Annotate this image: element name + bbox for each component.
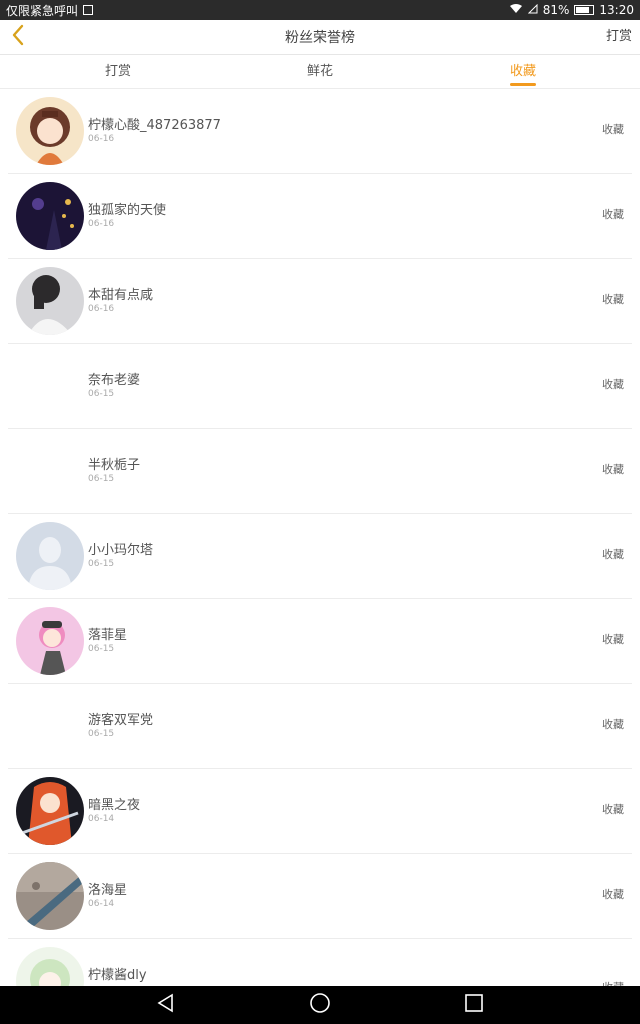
favorite-label: 收藏 <box>602 633 624 646</box>
favorite-label: 收藏 <box>602 803 624 816</box>
anime-girl-avatar <box>16 97 84 165</box>
fan-date: 06-15 <box>88 389 115 399</box>
fan-name: 奈布老婆 <box>88 373 141 388</box>
fan-date: 06-16 <box>88 304 115 314</box>
fan-name: 柠檬酱dly <box>88 968 147 983</box>
fan-name: 暗黑之夜 <box>88 798 141 813</box>
anime-green-avatar <box>16 947 84 986</box>
default-user-avatar <box>16 522 84 590</box>
fan-date: 06-16 <box>88 219 115 229</box>
fan-date: 06-16 <box>88 134 115 144</box>
list-item[interactable]: 独孤家的天使 06-16 收藏 <box>0 174 640 259</box>
fan-date: 06-14 <box>88 814 115 824</box>
fan-name: 半秋栀子 <box>88 458 141 473</box>
favorite-label: 收藏 <box>602 293 624 306</box>
reward-button[interactable]: 打赏 <box>606 20 632 54</box>
status-right: 81% 13:20 <box>509 3 634 17</box>
fan-name: 小小玛尔塔 <box>88 543 154 558</box>
message-icon <box>83 5 94 15</box>
wifi-icon <box>509 3 523 17</box>
list-item[interactable]: 洛海星 06-14 收藏 <box>0 854 640 939</box>
clock: 13:20 <box>599 3 634 17</box>
tab-favorites[interactable]: 收藏 <box>509 55 537 88</box>
back-triangle-icon <box>156 993 176 1017</box>
status-left: 仅限紧急呼叫 <box>6 2 94 19</box>
emergency-call-text: 仅限紧急呼叫 <box>6 3 79 18</box>
battery-level-fill <box>576 7 590 13</box>
girl-photo-avatar <box>16 267 84 335</box>
anime-red-avatar <box>16 777 84 845</box>
favorite-label: 收藏 <box>602 208 624 221</box>
page-title: 粉丝荣誉榜 <box>285 30 355 46</box>
list-item[interactable]: 游客双军党 06-15 收藏 <box>0 684 640 769</box>
list-item[interactable]: 小小玛尔塔 06-15 收藏 <box>0 514 640 599</box>
tab-reward[interactable]: 打赏 <box>105 55 131 88</box>
list-item[interactable]: 本甜有点咸 06-16 收藏 <box>0 259 640 344</box>
fan-date: 06-15 <box>88 474 115 484</box>
fan-date: 06-15 <box>88 559 115 569</box>
favorite-label: 收藏 <box>602 463 624 476</box>
active-tab-indicator <box>509 83 536 86</box>
fan-date: 06-15 <box>88 729 115 739</box>
fan-date: 06-15 <box>88 644 115 654</box>
favorite-label: 收藏 <box>602 979 624 986</box>
no-sim-icon <box>527 3 538 17</box>
battery-icon <box>574 5 595 15</box>
favorite-label: 收藏 <box>602 378 624 391</box>
fan-name: 落菲星 <box>88 628 128 643</box>
tab-label: 收藏 <box>509 64 537 79</box>
tab-flowers[interactable]: 鲜花 <box>307 55 333 88</box>
system-nav-bar <box>0 986 640 1024</box>
list-item[interactable]: 暗黑之夜 06-14 收藏 <box>0 769 640 854</box>
fan-name: 独孤家的天使 <box>88 203 167 218</box>
back-button[interactable] <box>6 24 30 50</box>
status-bar: 仅限紧急呼叫 81% 13:20 <box>0 0 640 20</box>
tab-label: 鲜花 <box>306 64 334 79</box>
rock-photo-avatar <box>16 862 84 930</box>
recents-square-icon <box>464 993 484 1017</box>
app-header: 粉丝荣誉榜 打赏 <box>0 20 640 55</box>
tab-bar: 打赏 鲜花 收藏 <box>0 55 640 89</box>
fan-name: 游客双军党 <box>88 713 154 728</box>
home-circle-icon <box>309 992 331 1018</box>
nav-back-button[interactable] <box>136 986 196 1024</box>
list-item[interactable]: 落菲星 06-15 收藏 <box>0 599 640 684</box>
favorite-label: 收藏 <box>602 888 624 901</box>
list-item[interactable]: 半秋栀子 06-15 收藏 <box>0 429 640 514</box>
dark-photo-avatar <box>16 182 84 250</box>
favorite-label: 收藏 <box>602 123 624 136</box>
fan-list: 柠檬心酸_487263877 06-16 收藏 独孤家的天使 06-16 收藏 <box>0 89 640 986</box>
fan-date: 06-14 <box>88 899 115 909</box>
nav-recents-button[interactable] <box>444 986 504 1024</box>
favorite-label: 收藏 <box>602 548 624 561</box>
fan-name: 柠檬心酸_487263877 <box>88 118 221 133</box>
tab-label: 打赏 <box>104 64 132 79</box>
fan-name: 洛海星 <box>88 883 128 898</box>
chevron-left-icon <box>11 24 25 50</box>
nav-home-button[interactable] <box>290 986 350 1024</box>
anime-pink-avatar <box>16 607 84 675</box>
favorite-label: 收藏 <box>602 718 624 731</box>
fan-name: 本甜有点咸 <box>88 288 154 303</box>
list-item[interactable]: 奈布老婆 06-15 收藏 <box>0 344 640 429</box>
battery-percent: 81% <box>542 3 570 17</box>
list-item[interactable]: 柠檬酱dly 收藏 <box>0 939 640 986</box>
list-item[interactable]: 柠檬心酸_487263877 06-16 收藏 <box>0 89 640 174</box>
